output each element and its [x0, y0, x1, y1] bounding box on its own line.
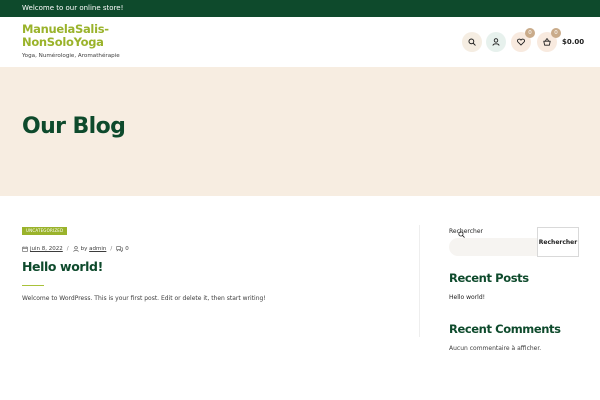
- user-icon: [492, 38, 500, 46]
- meta-separator: /: [110, 246, 113, 252]
- site-header: ManuelaSalis-NonSoloYoga Yoga, Numérolog…: [0, 17, 600, 67]
- welcome-message: Welcome to our online store!: [22, 4, 124, 12]
- meta-separator: /: [66, 246, 69, 252]
- site-tagline: Yoga, Numérologie, Aromathérapie: [22, 53, 120, 59]
- page-title: Our Blog: [22, 114, 126, 139]
- top-announcement-bar: Welcome to our online store!: [0, 0, 600, 17]
- sidebar-search-input[interactable]: [449, 238, 540, 256]
- post-author: by admin: [73, 246, 106, 252]
- recent-post-link[interactable]: Hello world!: [449, 294, 485, 302]
- post-divider: [22, 285, 44, 286]
- search-icon: [468, 38, 476, 46]
- post-comments[interactable]: 0: [116, 246, 129, 252]
- post-author-link[interactable]: admin: [89, 246, 106, 252]
- post-date: juin 8, 2022: [22, 246, 63, 252]
- no-comments-message: Aucun commentaire à afficher.: [449, 345, 542, 352]
- heart-icon: [517, 38, 525, 46]
- post-title[interactable]: Hello world!: [22, 259, 103, 275]
- calendar-icon: [22, 246, 28, 252]
- recent-posts-title: Recent Posts: [449, 271, 529, 285]
- author-icon: [73, 246, 79, 252]
- wishlist-count-badge: 0: [525, 28, 535, 38]
- post-excerpt: Welcome to WordPress. This is your first…: [22, 295, 266, 302]
- header-search-button[interactable]: [462, 32, 482, 52]
- cart-button[interactable]: 0: [537, 28, 561, 52]
- post-meta: juin 8, 2022 / by admin / 0: [22, 244, 129, 254]
- basket-icon: [543, 38, 551, 46]
- site-logo[interactable]: ManuelaSalis-NonSoloYoga: [22, 23, 142, 49]
- page-hero: Our Blog: [0, 67, 600, 196]
- author-prefix: by: [80, 246, 88, 252]
- cart-total[interactable]: $0.00: [562, 37, 584, 47]
- cart-count-badge: 0: [551, 28, 561, 38]
- wishlist-button[interactable]: 0: [511, 28, 535, 52]
- post-category-badge[interactable]: Uncategorized: [22, 227, 68, 235]
- comments-icon: [116, 246, 123, 252]
- search-submit-button[interactable]: Rechercher: [537, 227, 579, 257]
- sidebar-divider: [419, 225, 420, 337]
- post-comment-count: 0: [125, 246, 129, 252]
- post-date-link[interactable]: juin 8, 2022: [30, 246, 63, 252]
- recent-comments-title: Recent Comments: [449, 322, 561, 336]
- account-button[interactable]: [486, 32, 506, 52]
- search-label: Rechercher: [449, 228, 483, 235]
- search-field-icon: [458, 231, 465, 238]
